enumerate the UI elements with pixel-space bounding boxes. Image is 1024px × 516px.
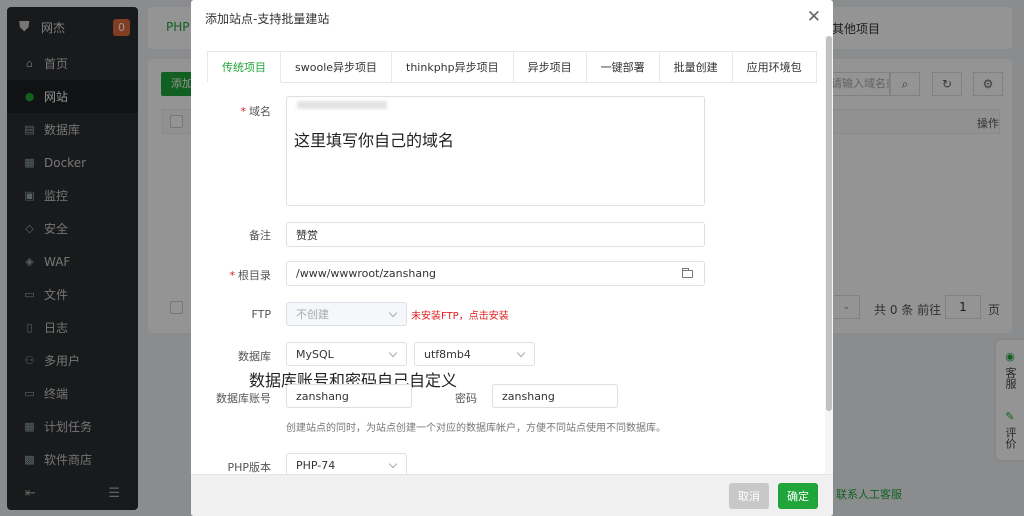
ftp-install-link[interactable]: 未安装FTP，点击安装 [411,307,509,322]
project-type-tabs: 传统项目 swoole异步项目 thinkphp异步项目 异步项目 一键部署 批量创建 应用… [207,51,817,83]
tab-5[interactable]: 批量创建 [659,51,733,83]
domain-textarea[interactable] [286,96,705,206]
ftp-select[interactable]: 不创建 [286,302,407,326]
chevron-down-icon [388,308,398,318]
browse-folder-button[interactable] [671,261,705,286]
dialog-footer: 取消 确定 [191,474,833,516]
db-password-label: 密码 [455,392,477,405]
db-password-input[interactable]: zanshang [492,384,618,408]
db-user-label: 数据库账号 [216,392,271,405]
remark-label: 备注 [249,229,271,242]
domain-annotation: 这里填写你自己的域名 [294,131,455,150]
ftp-label: FTP [251,308,272,321]
tab-4[interactable]: 一键部署 [586,51,660,83]
tab-6[interactable]: 应用环境包 [732,51,817,83]
close-icon[interactable]: ✕ [807,8,821,26]
database-hint: 创建站点的同时，为站点创建一个对应的数据库帐户，方便不同站点使用不同数据库。 [286,423,666,434]
tab-0[interactable]: 传统项目 [207,51,281,83]
tab-1[interactable]: swoole异步项目 [281,51,393,83]
dialog-title: 添加站点-支持批量建站 [205,11,330,26]
scrollbar-thumb[interactable] [826,36,832,411]
folder-icon [682,267,693,278]
database-label: 数据库 [238,350,271,363]
cancel-button[interactable]: 取消 [729,483,769,509]
tab-2[interactable]: thinkphp异步项目 [392,51,514,83]
database-charset-select[interactable]: utf8mb4 [414,342,535,366]
chevron-down-icon [516,348,526,358]
tab-3[interactable]: 异步项目 [513,51,587,83]
domain-label: * 域名 [240,105,272,118]
confirm-button[interactable]: 确定 [778,483,818,509]
chevron-down-icon [388,348,398,358]
add-site-dialog: 添加站点-支持批量建站 ✕ 传统项目 swoole异步项目 thinkphp异步项目… [191,0,833,516]
remark-input[interactable]: 赞赏 [286,222,705,247]
php-version-label: PHP版本 [227,461,271,474]
root-dir-label: * 根目录 [229,269,272,282]
database-type-select[interactable]: MySQL [286,342,407,366]
root-dir-input[interactable]: /www/wwwroot/zanshang [286,261,672,286]
db-user-input[interactable]: zanshang [286,384,412,408]
redacted-domain [297,101,387,109]
chevron-down-icon [388,459,398,469]
